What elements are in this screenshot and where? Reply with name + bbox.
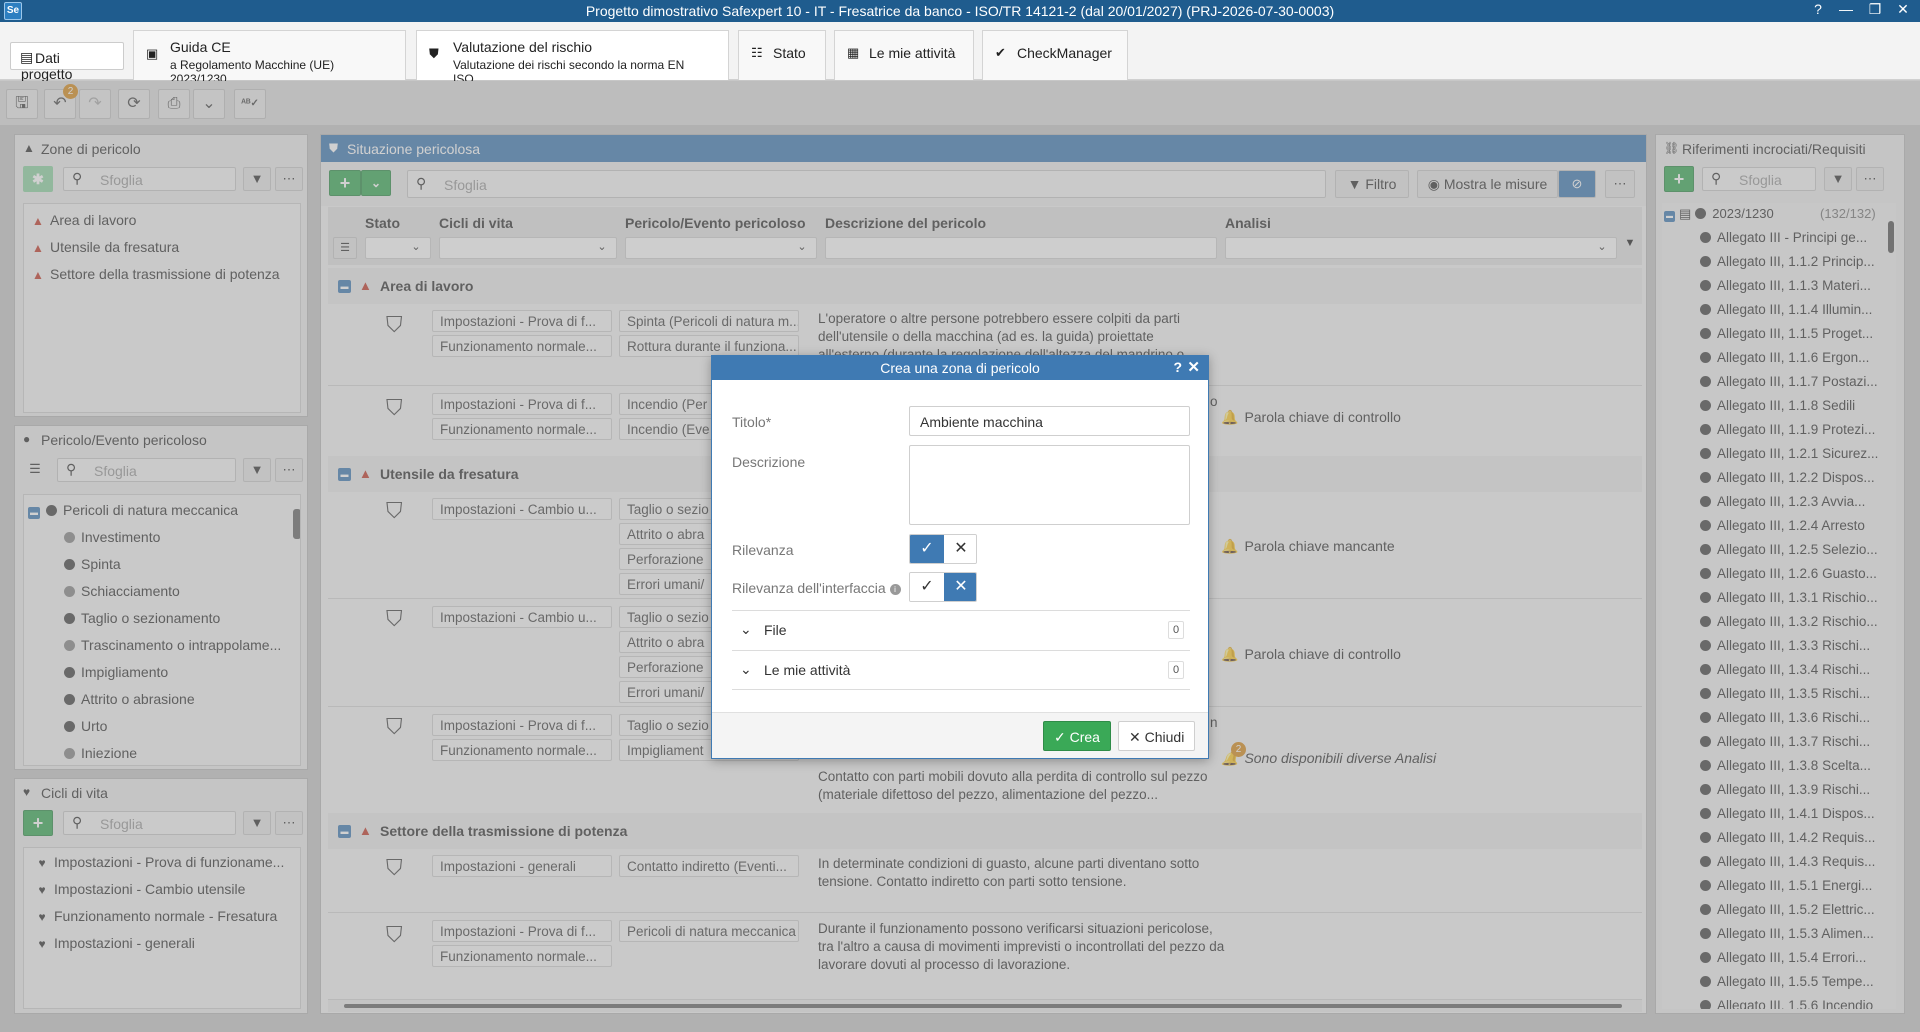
dialog-title: Crea una zona di pericolo (880, 360, 1040, 376)
tab-guida-ce[interactable]: ▣ Guida CE a Regolamento Macchine (UE) 2… (133, 30, 406, 86)
book-icon: ▣ (146, 46, 159, 61)
help-icon[interactable]: ? (1808, 1, 1828, 17)
info-icon[interactable]: i (889, 584, 901, 595)
attivita-label: Le mie attività (764, 662, 851, 678)
rilevanza-toggle: ✓ ✕ (909, 534, 977, 564)
window-title: Progetto dimostrativo Safexpert 10 - IT … (585, 3, 1335, 19)
shield-icon: ⛊ (429, 46, 439, 61)
descrizione-label: Descrizione (732, 454, 806, 470)
attivita-count: 0 (1168, 661, 1184, 679)
tab-mie-attivita[interactable]: ▦ Le mie attività (834, 30, 974, 80)
tab-checkmanager[interactable]: ✔ CheckManager (982, 30, 1128, 80)
attivita-section[interactable]: ⌄ Le mie attività 0 (732, 650, 1190, 690)
main-tabs: ▤ Dati progetto ▣ Guida CE a Regolamento… (0, 22, 1920, 86)
no-x-icon[interactable]: ✕ (944, 573, 976, 601)
file-count: 0 (1168, 621, 1184, 639)
minimize-button[interactable]: — (1836, 1, 1856, 17)
check-icon: ✔ (995, 45, 1006, 60)
yes-check-icon[interactable]: ✓ (910, 535, 944, 563)
rilevanza-label: Rilevanza (732, 542, 794, 558)
tab-label: Le mie attività (869, 45, 956, 61)
tab-stato[interactable]: ☷ Stato (738, 30, 826, 80)
tab-valutazione-rischio[interactable]: ⛊ Valutazione del rischio Valutazione de… (416, 30, 729, 86)
check-icon: ✓ (1054, 729, 1070, 745)
dialog-footer: ✓ Crea ✕ Chiudi (712, 712, 1208, 758)
file-section[interactable]: ⌄ File 0 (732, 610, 1190, 650)
close-icon: ✕ (1129, 729, 1145, 745)
file-label: File (764, 622, 787, 638)
tab-label: Valutazione del rischio (453, 39, 593, 55)
chiudi-label: Chiudi (1144, 729, 1185, 745)
tab-label: Guida CE (170, 39, 231, 55)
tab-label: CheckManager (1017, 45, 1112, 61)
close-icon[interactable]: ✕ (1187, 358, 1200, 376)
dialog-header: Crea una zona di pericolo ? ✕ (712, 356, 1208, 380)
rilevanza-interfaccia-toggle: ✓ ✕ (909, 572, 977, 602)
restore-button[interactable]: ❐ (1865, 1, 1885, 18)
chevron-down-icon[interactable]: ⌄ (740, 621, 752, 638)
title-bar: Se Progetto dimostrativo Safexpert 10 - … (0, 0, 1920, 22)
titolo-label: Titolo* (732, 414, 772, 430)
chiudi-button[interactable]: ✕ Chiudi (1118, 721, 1196, 751)
create-zone-dialog: Crea una zona di pericolo ? ✕ Titolo* Am… (711, 355, 1209, 759)
no-x-icon[interactable]: ✕ (944, 535, 976, 563)
descrizione-textarea[interactable] (909, 445, 1190, 525)
crea-button[interactable]: ✓ Crea (1043, 721, 1111, 751)
chevron-down-icon[interactable]: ⌄ (740, 661, 752, 678)
label-text: Rilevanza dell'interfaccia (732, 580, 886, 596)
help-icon[interactable]: ? (1173, 359, 1182, 375)
yes-check-icon[interactable]: ✓ (910, 573, 944, 601)
calendar-icon: ▦ (847, 45, 860, 60)
tab-dati-progetto[interactable]: ▤ Dati progetto (10, 42, 124, 82)
titolo-input[interactable]: Ambiente macchina (909, 406, 1190, 436)
rilevanza-interfaccia-label: Rilevanza dell'interfaccia i (732, 580, 901, 596)
list-icon: ☷ (751, 45, 763, 60)
close-window-button[interactable]: ✕ (1893, 1, 1913, 18)
document-icon: ▤ (20, 49, 34, 65)
crea-label: Crea (1069, 729, 1100, 745)
